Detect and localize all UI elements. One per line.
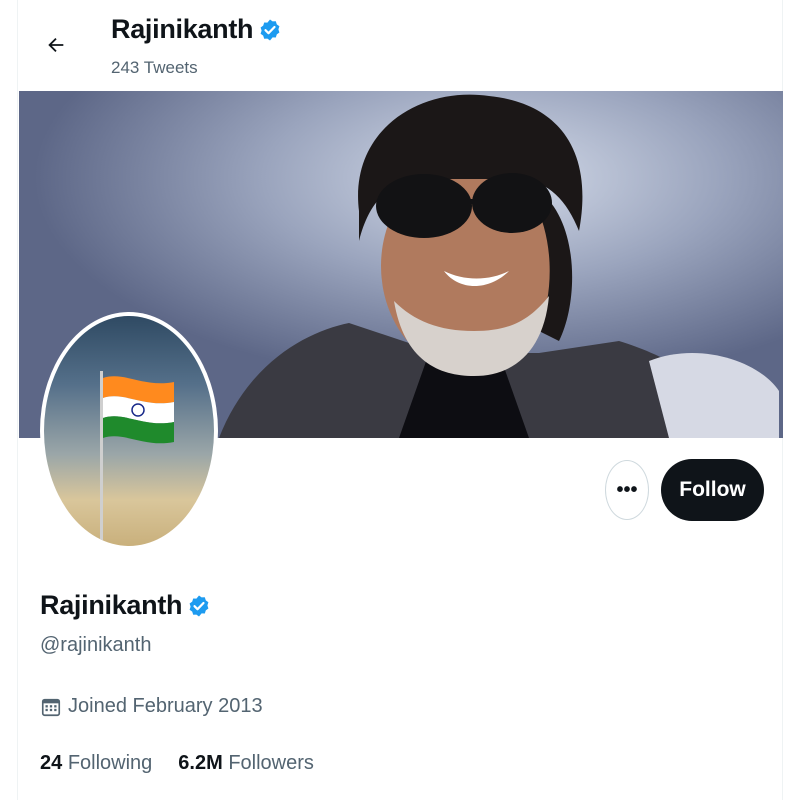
following-link[interactable]: 24 Following xyxy=(40,752,152,775)
verified-badge-icon xyxy=(260,19,280,40)
following-label: Following xyxy=(67,752,153,774)
profile-name: Rajinikanth xyxy=(40,590,183,620)
profile-handle: @rajinikanth xyxy=(40,634,152,656)
avatar[interactable] xyxy=(40,312,218,550)
following-count: 24 xyxy=(40,752,63,774)
profile-name-row: Rajinikanth xyxy=(40,590,211,621)
profile-page: Rajinikanth 243 Tweets ••• Follow Rajini… xyxy=(17,0,783,800)
arrow-left-icon xyxy=(48,37,64,53)
more-icon: ••• xyxy=(616,478,638,501)
top-bar: Rajinikanth 243 Tweets xyxy=(18,0,784,90)
profile-stats: 24 Following 6.2M Followers xyxy=(40,752,314,775)
followers-count: 6.2M xyxy=(178,752,223,774)
follow-button[interactable]: Follow xyxy=(661,459,764,521)
back-button[interactable] xyxy=(38,27,74,63)
joined-date: Joined February 2013 xyxy=(40,695,263,718)
calendar-icon xyxy=(41,698,61,716)
avatar-photo xyxy=(44,316,214,546)
header-name: Rajinikanth xyxy=(111,14,254,44)
followers-label: Followers xyxy=(228,752,314,774)
joined-text: Joined February 2013 xyxy=(68,695,263,717)
followers-link[interactable]: 6.2M Followers xyxy=(178,752,314,775)
header-title: Rajinikanth xyxy=(111,14,282,45)
flag-image xyxy=(100,371,174,546)
verified-badge-icon xyxy=(189,595,209,616)
more-button[interactable]: ••• xyxy=(605,460,649,520)
tweet-count: 243 Tweets xyxy=(111,58,198,77)
